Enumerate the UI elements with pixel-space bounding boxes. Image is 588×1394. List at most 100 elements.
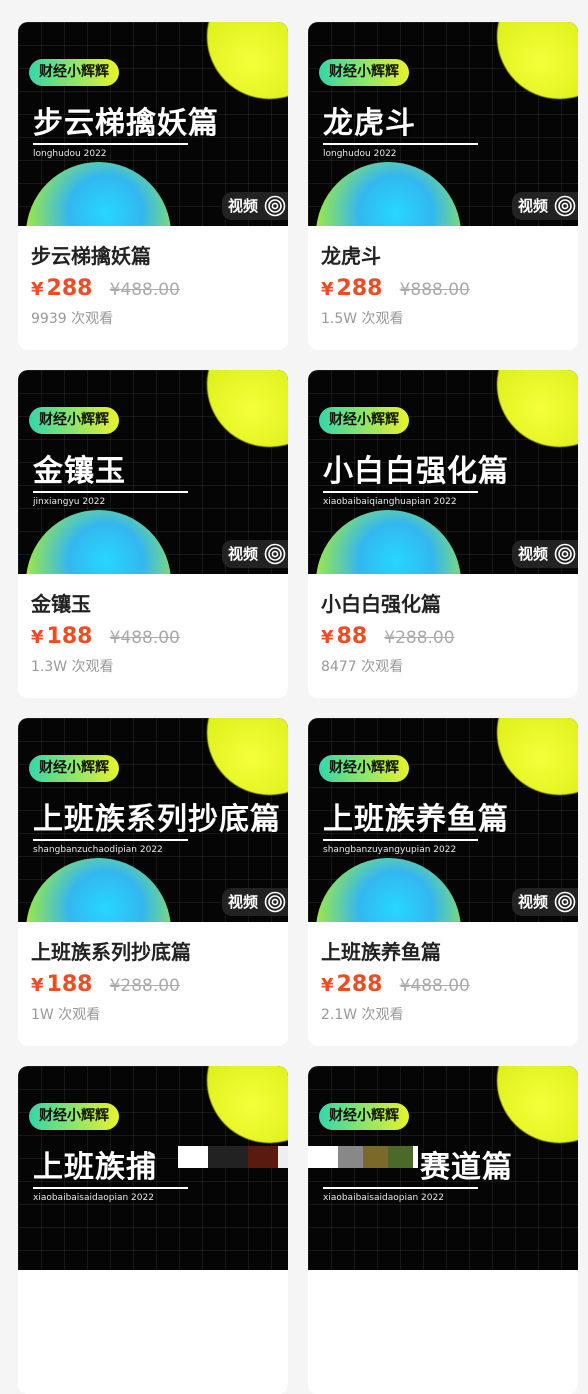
course-name: 上班族系列抄底篇 — [31, 940, 191, 964]
thumbnail-underline — [33, 491, 188, 493]
thumbnail-underline — [323, 143, 478, 145]
loading-mosaic — [178, 1146, 288, 1168]
video-rings-icon — [554, 543, 576, 565]
brand-tag: 财经小辉辉 — [319, 755, 409, 782]
thumbnail-title: 赛道篇 — [420, 1150, 513, 1185]
course-thumbnail[interactable]: 财经小辉辉 步云梯擒妖篇 longhudou 2022 视频 — [18, 22, 288, 226]
brand-tag: 财经小辉辉 — [319, 1103, 409, 1130]
course-card[interactable]: 财经小辉辉 上班族养鱼篇 shangbanzuyangyupian 2022 视… — [308, 718, 578, 1046]
course-card[interactable]: 财经小辉辉 上班族捕 xiaobaibaisaidaopian 2022 — [18, 1066, 288, 1394]
original-price: ¥488.00 — [109, 628, 180, 648]
price-value: 188 — [46, 624, 93, 649]
video-rings-icon — [264, 891, 286, 913]
course-grid: 财经小辉辉 步云梯擒妖篇 longhudou 2022 视频 步云梯擒妖篇 ¥2… — [18, 22, 578, 1394]
brand-tag: 财经小辉辉 — [319, 407, 409, 434]
course-thumbnail[interactable]: 财经小辉辉 上班族捕 xiaobaibaisaidaopian 2022 — [18, 1066, 288, 1270]
thumbnail-title: 金镶玉 — [33, 454, 126, 489]
course-card[interactable]: 财经小辉辉 金镶玉 jinxiangyu 2022 视频 金镶玉 ¥188 ¥4… — [18, 370, 288, 698]
thumbnail-subtitle: xiaobaibaisaidaopian 2022 — [33, 1193, 154, 1203]
price-row: ¥88 ¥288.00 — [321, 624, 565, 652]
decor-orb-yellow — [207, 1066, 288, 1143]
decor-orb-yellow — [497, 718, 578, 795]
decor-orb-blue — [26, 858, 171, 922]
thumbnail-title: 上班族系列抄底篇 — [33, 802, 281, 837]
view-count: 1.5W 次观看 — [321, 311, 404, 327]
currency-symbol: ¥ — [321, 975, 334, 996]
course-thumbnail[interactable]: 财经小辉辉 赛道篇 xiaobaibaisaidaopian 2022 — [308, 1066, 578, 1270]
thumbnail-underline — [323, 491, 478, 493]
price-value: 88 — [336, 624, 368, 649]
currency-symbol: ¥ — [31, 279, 44, 300]
video-rings-icon — [554, 891, 576, 913]
course-name: 小白白强化篇 — [321, 592, 441, 616]
view-count: 1W 次观看 — [31, 1007, 101, 1023]
decor-orb-blue — [316, 858, 461, 922]
thumbnail-title: 上班族养鱼篇 — [323, 802, 509, 837]
thumbnail-subtitle: shangbanzuyangyupian 2022 — [323, 845, 457, 855]
video-badge: 视频 — [221, 540, 288, 568]
view-count: 1.3W 次观看 — [31, 659, 114, 675]
view-count: 8477 次观看 — [321, 659, 404, 675]
video-badge-label: 视频 — [517, 893, 548, 911]
currency-symbol: ¥ — [321, 627, 334, 648]
course-thumbnail[interactable]: 财经小辉辉 上班族养鱼篇 shangbanzuyangyupian 2022 视… — [308, 718, 578, 922]
course-name: 步云梯擒妖篇 — [31, 244, 151, 268]
thumbnail-title: 龙虎斗 — [323, 106, 416, 141]
decor-orb-yellow — [207, 718, 288, 795]
thumbnail-subtitle: shangbanzuchaodipian 2022 — [33, 845, 163, 855]
decor-orb-blue — [316, 510, 461, 574]
currency-symbol: ¥ — [31, 975, 44, 996]
price-value: 188 — [46, 972, 93, 997]
thumbnail-subtitle: jinxiangyu 2022 — [33, 497, 106, 507]
video-rings-icon — [264, 195, 286, 217]
thumbnail-title: 小白白强化篇 — [323, 454, 509, 489]
original-price: ¥888.00 — [399, 280, 470, 300]
currency-symbol: ¥ — [321, 279, 334, 300]
video-badge: 视频 — [511, 540, 578, 568]
video-badge: 视频 — [221, 192, 288, 220]
course-card[interactable]: 财经小辉辉 小白白强化篇 xiaobaibaiqianghuapian 2022… — [308, 370, 578, 698]
course-thumbnail[interactable]: 财经小辉辉 龙虎斗 longhudou 2022 视频 — [308, 22, 578, 226]
currency-symbol: ¥ — [31, 627, 44, 648]
course-card[interactable]: 财经小辉辉 上班族系列抄底篇 shangbanzuchaodipian 2022… — [18, 718, 288, 1046]
course-thumbnail[interactable]: 财经小辉辉 上班族系列抄底篇 shangbanzuchaodipian 2022… — [18, 718, 288, 922]
video-rings-icon — [264, 543, 286, 565]
course-thumbnail[interactable]: 财经小辉辉 小白白强化篇 xiaobaibaiqianghuapian 2022… — [308, 370, 578, 574]
view-count: 9939 次观看 — [31, 311, 114, 327]
video-badge-label: 视频 — [517, 545, 548, 563]
brand-tag: 财经小辉辉 — [29, 59, 119, 86]
price-row: ¥188 ¥288.00 — [31, 972, 275, 1000]
current-price: ¥188 — [31, 972, 92, 997]
video-badge: 视频 — [511, 192, 578, 220]
decor-orb-blue — [26, 162, 171, 226]
course-name: 龙虎斗 — [321, 244, 381, 268]
original-price: ¥488.00 — [399, 976, 470, 996]
thumbnail-underline — [33, 1187, 188, 1189]
current-price: ¥288 — [31, 276, 92, 301]
video-badge: 视频 — [221, 888, 288, 916]
video-rings-icon — [554, 195, 576, 217]
course-thumbnail[interactable]: 财经小辉辉 金镶玉 jinxiangyu 2022 视频 — [18, 370, 288, 574]
original-price: ¥288.00 — [384, 628, 455, 648]
thumbnail-subtitle: longhudou 2022 — [33, 149, 107, 159]
loading-mosaic — [308, 1146, 418, 1168]
brand-tag: 财经小辉辉 — [319, 59, 409, 86]
course-card[interactable]: 财经小辉辉 龙虎斗 longhudou 2022 视频 龙虎斗 ¥288 ¥88… — [308, 22, 578, 350]
thumbnail-underline — [33, 839, 188, 841]
thumbnail-subtitle: longhudou 2022 — [323, 149, 397, 159]
price-value: 288 — [336, 276, 383, 301]
decor-orb-blue — [316, 162, 461, 226]
original-price: ¥288.00 — [109, 976, 180, 996]
current-price: ¥288 — [321, 276, 382, 301]
course-name: 上班族养鱼篇 — [321, 940, 441, 964]
price-value: 288 — [46, 276, 93, 301]
price-row: ¥288 ¥488.00 — [321, 972, 565, 1000]
video-badge-label: 视频 — [227, 545, 258, 563]
brand-tag: 财经小辉辉 — [29, 407, 119, 434]
course-card[interactable]: 财经小辉辉 赛道篇 xiaobaibaisaidaopian 2022 — [308, 1066, 578, 1394]
decor-orb-blue — [26, 510, 171, 574]
course-card[interactable]: 财经小辉辉 步云梯擒妖篇 longhudou 2022 视频 步云梯擒妖篇 ¥2… — [18, 22, 288, 350]
price-value: 288 — [336, 972, 383, 997]
price-row: ¥288 ¥488.00 — [31, 276, 275, 304]
decor-orb-yellow — [497, 22, 578, 99]
